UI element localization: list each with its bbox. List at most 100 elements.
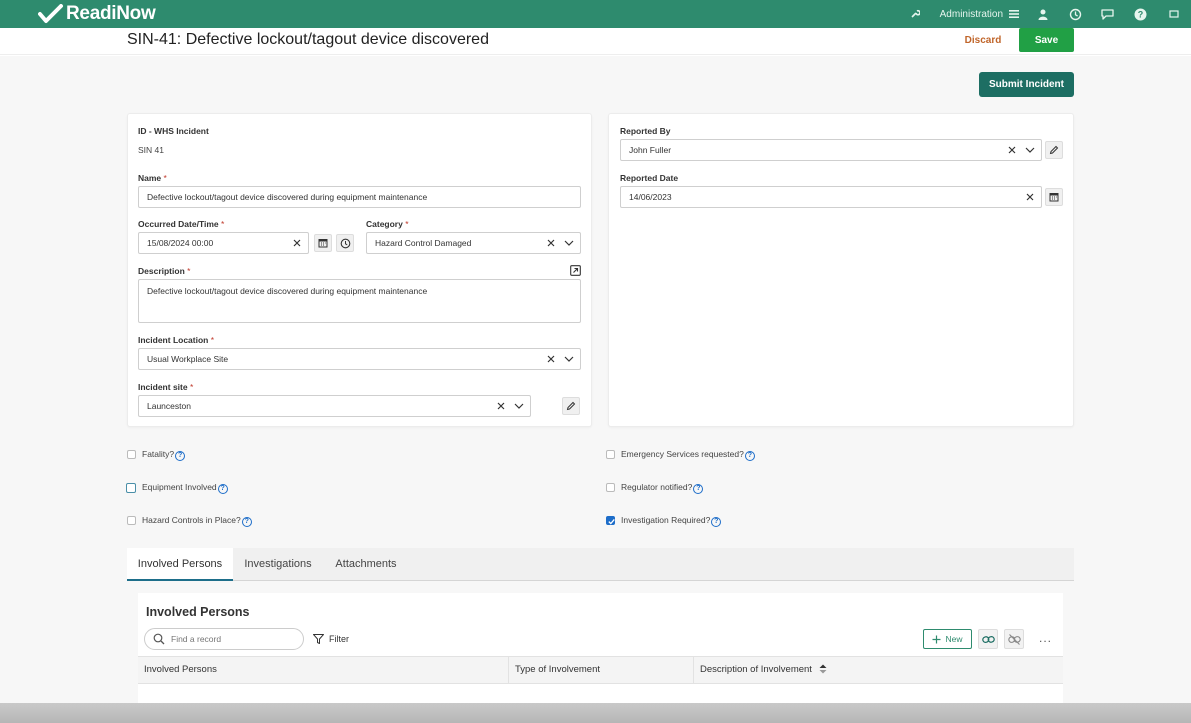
- clear-icon[interactable]: [544, 233, 558, 253]
- category-select[interactable]: Hazard Control Damaged: [366, 232, 581, 254]
- name-field[interactable]: Defective lockout/tagout device discover…: [138, 186, 581, 208]
- location-select[interactable]: Usual Workplace Site: [138, 348, 581, 370]
- occurred-label: Occurred Date/Time *: [138, 219, 225, 229]
- clear-icon[interactable]: [290, 233, 304, 253]
- category-label: Category *: [366, 219, 409, 229]
- id-value: SIN 41: [138, 145, 164, 155]
- tabs-bar: Involved Persons Investigations Attachme…: [127, 548, 1074, 581]
- help-icon[interactable]: ?: [744, 450, 755, 461]
- equipment-checkbox[interactable]: [126, 482, 136, 493]
- reported-by-label: Reported By: [620, 126, 671, 136]
- search-icon: [153, 633, 165, 645]
- equipment-label: Equipment Involved: [142, 482, 217, 492]
- clear-icon[interactable]: [544, 349, 558, 369]
- fatality-label: Fatality?: [142, 449, 175, 459]
- readinow-logo[interactable]: ReadiNow: [38, 2, 156, 26]
- emergency-checkbox-row[interactable]: Emergency Services requested??: [606, 449, 755, 461]
- user-icon[interactable]: [1027, 0, 1059, 28]
- help-icon[interactable]: ?: [217, 483, 228, 494]
- column-description-of-involvement[interactable]: Description of Involvement: [694, 657, 1063, 683]
- fatality-checkbox-row[interactable]: Fatality??: [127, 449, 186, 461]
- top-nav-bar: ReadiNow Administration ?: [0, 0, 1191, 28]
- calendar-icon[interactable]: [1045, 188, 1063, 206]
- search-box[interactable]: [144, 628, 304, 650]
- new-record-button[interactable]: New: [923, 629, 972, 649]
- grid-title: Involved Persons: [146, 605, 250, 619]
- unlink-icon: [1007, 633, 1021, 645]
- chevron-down-icon[interactable]: [562, 233, 576, 253]
- clock-icon[interactable]: [336, 234, 354, 252]
- hazard-controls-checkbox-row[interactable]: Hazard Controls in Place??: [127, 515, 252, 527]
- new-label: New: [945, 634, 963, 644]
- reported-date-field[interactable]: 14/06/2023: [620, 186, 1042, 208]
- more-options-button[interactable]: ...: [1039, 631, 1052, 645]
- chevron-down-icon[interactable]: [562, 349, 576, 369]
- name-label: Name *: [138, 173, 167, 183]
- help-icon[interactable]: ?: [693, 483, 704, 494]
- reported-date-label: Reported Date: [620, 173, 679, 183]
- grid-header-row: Involved Persons Type of Involvement Des…: [138, 656, 1063, 684]
- clear-icon[interactable]: [494, 396, 508, 416]
- check-logo-icon: [38, 4, 63, 23]
- regulator-label: Regulator notified?: [621, 482, 693, 492]
- filter-button[interactable]: Filter: [313, 629, 349, 649]
- tab-involved-persons[interactable]: Involved Persons: [127, 548, 233, 581]
- column-type-of-involvement[interactable]: Type of Involvement: [509, 657, 694, 683]
- help-icon[interactable]: ?: [1123, 0, 1157, 28]
- svg-text:?: ?: [1137, 9, 1143, 19]
- discard-button[interactable]: Discard: [955, 31, 1011, 51]
- edit-pencil-icon[interactable]: [562, 397, 580, 415]
- description-textarea[interactable]: Defective lockout/tagout device discover…: [138, 279, 581, 323]
- plus-icon: [932, 635, 941, 643]
- investigation-checkbox[interactable]: [606, 516, 615, 526]
- unlink-button[interactable]: [1004, 629, 1024, 649]
- clear-icon[interactable]: [1023, 187, 1037, 207]
- fullscreen-icon[interactable]: [1157, 0, 1191, 28]
- submit-incident-button[interactable]: Submit Incident: [979, 72, 1074, 97]
- chat-icon[interactable]: [1091, 0, 1123, 28]
- edit-pencil-icon[interactable]: [1045, 141, 1063, 159]
- page-header: SIN-41: Defective lockout/tagout device …: [0, 28, 1191, 55]
- menu-icon: [1009, 10, 1019, 18]
- id-label: ID - WHS Incident: [138, 126, 209, 136]
- wrench-icon[interactable]: [898, 0, 932, 28]
- site-select[interactable]: Launceston: [138, 395, 531, 417]
- expand-icon[interactable]: [570, 265, 581, 276]
- location-label: Incident Location *: [138, 335, 215, 345]
- investigation-label: Investigation Required?: [621, 515, 711, 525]
- window-bottom-edge: [0, 703, 1191, 723]
- occurred-datetime-field[interactable]: 15/08/2024 00:00: [138, 232, 309, 254]
- calendar-icon[interactable]: [314, 234, 332, 252]
- filter-icon: [313, 634, 324, 644]
- clear-icon[interactable]: [1005, 140, 1019, 160]
- reported-by-select[interactable]: John Fuller: [620, 139, 1042, 161]
- link-icon: [981, 635, 995, 643]
- description-label: Description *: [138, 266, 191, 276]
- administration-menu[interactable]: Administration: [932, 0, 1027, 28]
- sort-icon[interactable]: [819, 664, 827, 674]
- chevron-down-icon[interactable]: [1023, 140, 1037, 160]
- help-icon[interactable]: ?: [711, 516, 722, 527]
- administration-label: Administration: [939, 8, 1003, 20]
- search-input[interactable]: [171, 631, 296, 647]
- regulator-checkbox[interactable]: [606, 483, 615, 493]
- column-involved-persons[interactable]: Involved Persons: [138, 657, 509, 683]
- fatality-checkbox[interactable]: [127, 450, 136, 460]
- save-button[interactable]: Save: [1019, 28, 1074, 52]
- tab-investigations[interactable]: Investigations: [234, 548, 322, 581]
- tab-attachments[interactable]: Attachments: [325, 548, 407, 581]
- history-icon[interactable]: [1059, 0, 1091, 28]
- regulator-checkbox-row[interactable]: Regulator notified??: [606, 482, 704, 494]
- equipment-checkbox-row[interactable]: Equipment Involved?: [126, 482, 228, 494]
- help-icon[interactable]: ?: [175, 450, 186, 461]
- investigation-checkbox-row[interactable]: Investigation Required??: [606, 515, 722, 527]
- app-name: ReadiNow: [66, 3, 156, 24]
- page-title: SIN-41: Defective lockout/tagout device …: [127, 31, 489, 48]
- incident-details-card: ID - WHS Incident SIN 41 Name * Defectiv…: [127, 113, 592, 427]
- chevron-down-icon[interactable]: [512, 396, 526, 416]
- help-icon[interactable]: ?: [241, 516, 252, 527]
- emergency-checkbox[interactable]: [606, 450, 615, 460]
- reporting-card: Reported By John Fuller Reported Date 14…: [608, 113, 1074, 427]
- link-button[interactable]: [978, 629, 998, 649]
- hazard-controls-checkbox[interactable]: [127, 516, 136, 526]
